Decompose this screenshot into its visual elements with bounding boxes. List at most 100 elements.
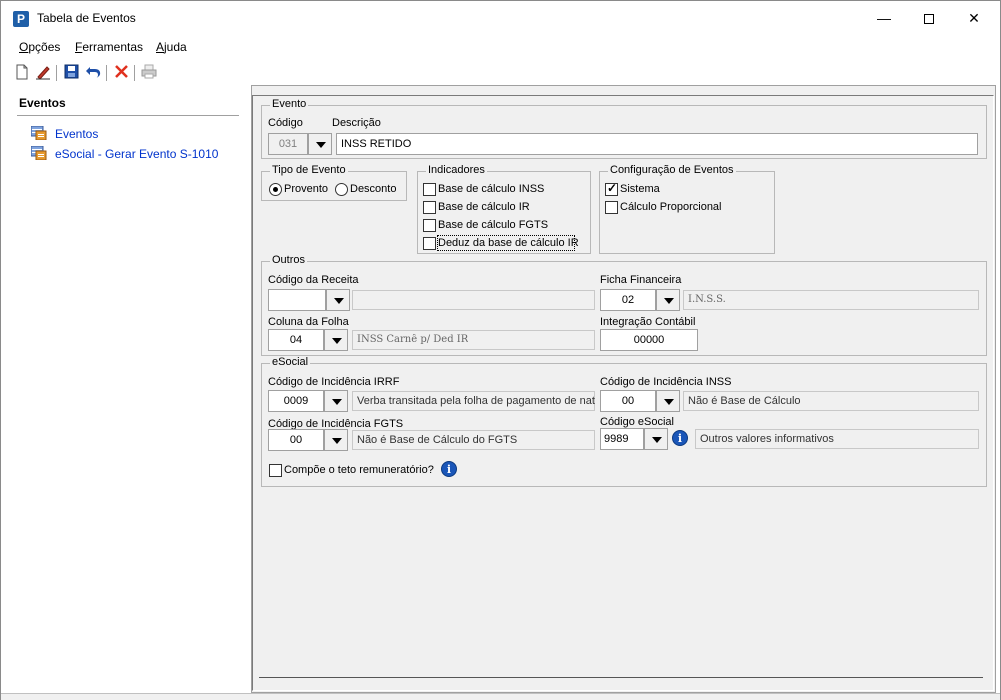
sidebar-item-label: Eventos [55, 127, 99, 141]
incidencia-inss-label: Código de Incidência INSS [600, 376, 732, 388]
chk-base-fgts[interactable] [423, 219, 436, 232]
descricao-input[interactable]: INSS RETIDO [336, 133, 978, 155]
incidencia-irrf-dropdown-button[interactable] [324, 390, 348, 412]
tipo-evento-legend: Tipo de Evento [270, 164, 348, 176]
ficha-financeira-value: 02 [621, 294, 635, 306]
delete-x-icon[interactable] [112, 64, 130, 82]
sidebar-divider [17, 115, 239, 116]
evento-legend: Evento [270, 98, 309, 110]
coluna-folha-description: INSS Carnê p/ Ded IR [352, 330, 595, 350]
coluna-folha-combo[interactable]: 04 [268, 329, 324, 351]
edit-pencil-icon[interactable] [34, 64, 52, 82]
incidencia-fgts-combo[interactable]: 00 [268, 429, 324, 451]
codigo-esocial-combo[interactable]: 9989 [600, 428, 644, 450]
integracao-contabil-value: 00000 [633, 334, 665, 346]
new-document-icon[interactable] [13, 64, 31, 82]
chk-calculo-proporcional-label: Cálculo Proporcional [620, 201, 722, 213]
incidencia-fgts-value: 00 [289, 434, 303, 446]
radio-provento-label: Provento [284, 183, 329, 195]
descricao-value: INSS RETIDO [341, 138, 412, 150]
save-disk-icon[interactable] [62, 64, 80, 82]
chk-base-inss-label: Base de cálculo INSS [438, 183, 545, 195]
close-button[interactable]: ✕ [951, 1, 997, 35]
app-logo-icon: P [13, 11, 29, 27]
coluna-folha-value: 04 [289, 334, 303, 346]
chk-teto-remuneratorio-label: Compõe o teto remuneratório? [284, 464, 434, 476]
window-title: Tabela de Eventos [37, 11, 136, 25]
toolbar-separator [56, 65, 57, 81]
event-table-icon [31, 126, 47, 140]
status-bar [1, 693, 1000, 700]
title-bar: P Tabela de Eventos — ✕ [1, 1, 1000, 35]
chk-deduz-ir-label: Deduz da base de cálculo IR [438, 237, 579, 249]
chk-calculo-proporcional[interactable] [605, 201, 618, 214]
chk-base-inss[interactable] [423, 183, 436, 196]
codigo-receita-dropdown-button[interactable] [326, 289, 350, 311]
minimize-button[interactable]: — [861, 1, 907, 35]
codigo-receita-label: Código da Receita [268, 274, 359, 286]
chk-base-fgts-label: Base de cálculo FGTS [438, 219, 549, 231]
undo-icon[interactable] [84, 64, 102, 82]
codigo-receita-combo[interactable] [268, 289, 326, 311]
indicadores-legend: Indicadores [426, 164, 487, 176]
codigo-combo[interactable]: 031 [268, 133, 308, 155]
chk-base-ir-label: Base de cálculo IR [438, 201, 530, 213]
menu-bar: Opções Ferramentas Ajuda [1, 37, 1000, 57]
menu-ferramentas[interactable]: Ferramentas [75, 40, 143, 54]
integracao-contabil-label: Integração Contábil [600, 316, 696, 328]
coluna-folha-label: Coluna da Folha [268, 316, 349, 328]
incidencia-irrf-combo[interactable]: 0009 [268, 390, 324, 412]
codigo-esocial-description: Outros valores informativos [695, 429, 979, 449]
ficha-financeira-label: Ficha Financeira [600, 274, 682, 286]
ficha-financeira-dropdown-button[interactable] [656, 289, 680, 311]
codigo-esocial-desc-value: Outros valores informativos [700, 433, 834, 445]
esocial-legend: eSocial [270, 356, 311, 368]
chk-teto-remuneratorio[interactable] [269, 464, 282, 477]
radio-provento[interactable] [269, 183, 282, 196]
print-icon[interactable] [140, 64, 158, 82]
incidencia-inss-value: 00 [621, 395, 635, 407]
codigo-esocial-value: 9989 [604, 433, 629, 445]
sidebar: Eventos Eventos eSocial - Gerar Evento S… [1, 87, 249, 693]
chk-deduz-ir[interactable] [423, 237, 436, 250]
ficha-financeira-desc-value: I.N.S.S. [688, 294, 726, 305]
incidencia-fgts-dropdown-button[interactable] [324, 429, 348, 451]
incidencia-inss-desc-value: Não é Base de Cálculo [688, 395, 801, 407]
codigo-esocial-info-icon[interactable]: i [672, 430, 688, 446]
descricao-label: Descrição [332, 117, 381, 129]
horizontal-scrollbar[interactable] [259, 677, 983, 678]
incidencia-inss-description: Não é Base de Cálculo [683, 391, 979, 411]
codigo-dropdown-button[interactable] [308, 133, 332, 155]
application-window: P Tabela de Eventos — ✕ Opções Ferrament… [0, 0, 1001, 700]
toolbar-separator [106, 65, 107, 81]
chk-base-ir[interactable] [423, 201, 436, 214]
integracao-contabil-input[interactable]: 00000 [600, 329, 698, 351]
coluna-folha-desc-value: INSS Carnê p/ Ded IR [357, 334, 469, 345]
incidencia-inss-dropdown-button[interactable] [656, 390, 680, 412]
toolbar-separator [134, 65, 135, 81]
incidencia-irrf-description: Verba transitada pela folha de pagamento… [352, 391, 595, 411]
incidencia-fgts-desc-value: Não é Base de Cálculo do FGTS [357, 434, 518, 446]
incidencia-inss-combo[interactable]: 00 [600, 390, 656, 412]
event-table-icon [31, 146, 47, 160]
teto-info-icon[interactable]: i [441, 461, 457, 477]
outros-legend: Outros [270, 254, 308, 266]
ficha-financeira-description: I.N.S.S. [683, 290, 979, 310]
codigo-value: 031 [278, 138, 298, 150]
radio-desconto[interactable] [335, 183, 348, 196]
codigo-esocial-dropdown-button[interactable] [644, 428, 668, 450]
codigo-esocial-label: Código eSocial [600, 416, 674, 428]
chk-sistema-label: Sistema [620, 183, 660, 195]
sidebar-item-label: eSocial - Gerar Evento S-1010 [55, 147, 219, 161]
codigo-label: Código [268, 117, 303, 129]
coluna-folha-dropdown-button[interactable] [324, 329, 348, 351]
chk-sistema[interactable] [605, 181, 618, 196]
incidencia-fgts-description: Não é Base de Cálculo do FGTS [352, 430, 595, 450]
maximize-button[interactable] [906, 1, 952, 35]
sidebar-title: Eventos [19, 96, 66, 110]
menu-opcoes[interactable]: Opções [19, 40, 60, 54]
codigo-receita-description [352, 290, 595, 310]
menu-ajuda[interactable]: Ajuda [156, 40, 187, 54]
maximize-icon [924, 14, 934, 25]
ficha-financeira-combo[interactable]: 02 [600, 289, 656, 311]
